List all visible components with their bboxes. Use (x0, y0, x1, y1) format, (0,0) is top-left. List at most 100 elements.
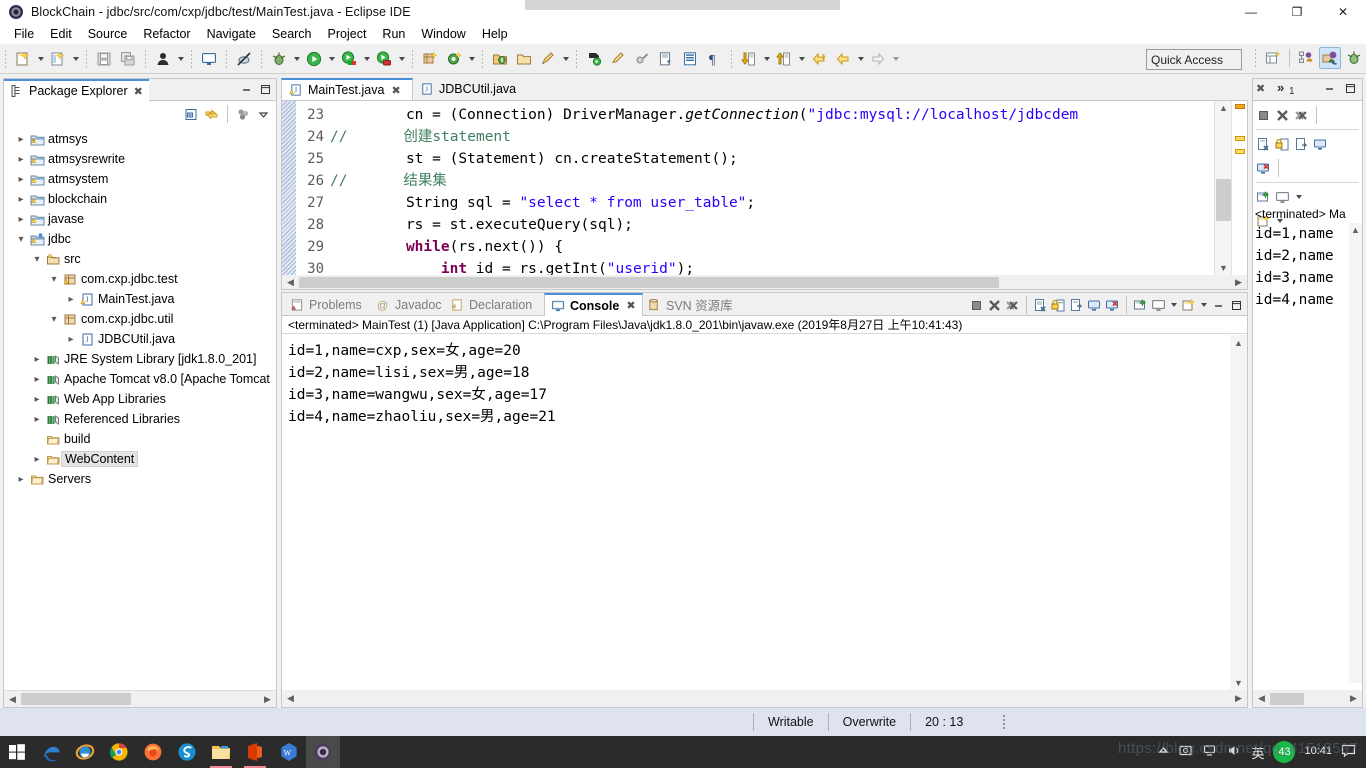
start-button-icon[interactable] (0, 736, 34, 768)
screenshot-icon[interactable] (1179, 743, 1194, 761)
tab-console[interactable]: Console ✖ (544, 293, 643, 316)
scroll-left-icon[interactable]: ◀ (282, 691, 299, 707)
tab-javadoc[interactable]: @ Javadoc (370, 293, 448, 316)
overflow-chevron-icon[interactable]: » (1277, 80, 1284, 95)
word-wrap-icon[interactable] (1293, 136, 1310, 153)
chevron-right-icon[interactable]: ▸ (14, 194, 28, 205)
chevron-down-icon[interactable] (1198, 294, 1209, 316)
next-member-dropdown[interactable] (761, 48, 772, 70)
editor-vscrollbar[interactable]: ▲ ▼ (1214, 101, 1231, 275)
chevron-right-icon[interactable]: ▸ (30, 394, 44, 405)
menu-navigate[interactable]: Navigate (199, 25, 264, 43)
show-view-button[interactable] (679, 48, 701, 70)
remove-all-terminated-icon[interactable] (1004, 297, 1021, 314)
clear-console-icon[interactable] (1032, 297, 1049, 314)
last-edit-location-button[interactable] (631, 48, 653, 70)
chevron-right-icon[interactable]: ▸ (14, 174, 28, 185)
tree-item-maintest-java[interactable]: ▸ J MainTest.java (4, 289, 276, 309)
remove-launch-icon[interactable] (986, 297, 1003, 314)
project-tree[interactable]: ▸ ! atmsys ▸ atmsysrewrite ▸ atmsystem ▸… (4, 127, 276, 689)
show-console-on-error-icon[interactable] (1104, 297, 1121, 314)
maximize-view-button[interactable] (1228, 297, 1245, 314)
maximize-button[interactable]: ❐ (1274, 0, 1320, 24)
show-console-on-output-icon[interactable] (1086, 297, 1103, 314)
open-perspective-icon[interactable] (1262, 47, 1284, 69)
tab-problems[interactable]: Problems (284, 293, 368, 316)
save-button[interactable] (93, 48, 115, 70)
run-last-tool-button[interactable] (338, 48, 360, 70)
new-wizard-dropdown[interactable] (35, 48, 46, 70)
open-folder-button[interactable] (513, 48, 535, 70)
show-console-on-output-icon[interactable] (1312, 136, 1329, 153)
menu-source[interactable]: Source (80, 25, 136, 43)
quick-access-input[interactable]: Quick Access (1146, 49, 1242, 70)
chevron-right-icon[interactable]: ▸ (64, 294, 78, 305)
close-icon[interactable]: ✖ (391, 84, 400, 97)
menu-edit[interactable]: Edit (42, 25, 80, 43)
scroll-right-icon[interactable]: ▶ (259, 691, 276, 707)
notification-icon[interactable] (1341, 743, 1356, 761)
console-output[interactable]: id=1,name=cxp,sex=女,age=20 id=2,name=lis… (282, 335, 1230, 690)
chevron-down-icon[interactable]: ▾ (30, 254, 44, 265)
file-explorer-icon[interactable] (204, 736, 238, 768)
debug-button[interactable] (268, 48, 290, 70)
secondary-console-output[interactable]: id=1,namе id=2,namе id=3,namе id=4,namе (1255, 223, 1348, 683)
pilcrow-button[interactable]: ¶ (703, 48, 725, 70)
scroll-lock-icon[interactable] (1050, 297, 1067, 314)
run-last-tool-dropdown[interactable] (361, 48, 372, 70)
clear-console-icon[interactable] (1255, 136, 1272, 153)
maximize-view-button[interactable] (1344, 82, 1357, 98)
external-tools-dropdown[interactable] (396, 48, 407, 70)
firefox-browser-icon[interactable] (136, 736, 170, 768)
scroll-up-icon[interactable]: ▲ (1230, 335, 1247, 350)
tab-jdbcutil-java[interactable]: J JDBCUtil.java (413, 78, 523, 100)
next-member-button[interactable] (738, 48, 760, 70)
link-with-editor-icon[interactable] (203, 106, 220, 123)
sogou-browser-icon[interactable] (170, 736, 204, 768)
open-type-button[interactable] (489, 48, 511, 70)
package-explorer-hscrollbar[interactable]: ◀ ▶ (4, 690, 276, 707)
minimize-button[interactable]: — (1228, 0, 1274, 24)
minimize-view-button[interactable] (238, 81, 255, 98)
menu-run[interactable]: Run (374, 25, 413, 43)
previous-member-button[interactable] (773, 48, 795, 70)
editor-hscroll-track[interactable] (299, 275, 1230, 289)
scroll-right-icon[interactable]: ▶ (1345, 691, 1362, 707)
tab-maintest-java[interactable]: J MainTest.java ✖ (281, 78, 413, 100)
word-wrap-icon[interactable] (1068, 297, 1085, 314)
secondary-console-vscrollbar[interactable]: ▲ (1349, 223, 1362, 683)
menu-window[interactable]: Window (413, 25, 473, 43)
tree-item-atmsys[interactable]: ▸ ! atmsys (4, 129, 276, 149)
previous-annotation-button[interactable] (607, 48, 629, 70)
run-dropdown[interactable] (326, 48, 337, 70)
forward-button[interactable] (867, 48, 889, 70)
scroll-left-icon[interactable]: ◀ (1253, 691, 1270, 707)
network-icon[interactable] (1203, 743, 1218, 761)
chevron-right-icon[interactable]: ▸ (14, 474, 28, 485)
open-console-button[interactable] (198, 48, 220, 70)
previous-member-dropdown[interactable] (796, 48, 807, 70)
ime-indicator[interactable]: 英 (1251, 743, 1264, 762)
chevron-down-icon[interactable]: ▾ (47, 314, 61, 325)
office-icon[interactable] (238, 736, 272, 768)
scroll-up-icon[interactable]: ▲ (1215, 101, 1232, 115)
maximize-view-button[interactable] (257, 81, 274, 98)
save-all-button[interactable] (117, 48, 139, 70)
volume-icon[interactable] (1227, 743, 1242, 761)
taskbar-clock[interactable]: 10:41 (1304, 746, 1332, 758)
scroll-left-icon[interactable]: ◀ (4, 691, 21, 707)
tree-item-webcontent[interactable]: ▸ WebContent (4, 449, 276, 469)
new-package-button[interactable] (419, 48, 441, 70)
minimize-view-button[interactable] (1210, 297, 1227, 314)
chevron-right-icon[interactable]: ▸ (14, 214, 28, 225)
back-button[interactable] (832, 48, 854, 70)
secondary-console-hscrollbar[interactable]: ◀ ▶ (1253, 690, 1362, 707)
status-drag-handle[interactable] (997, 715, 1011, 729)
chevron-right-icon[interactable]: ▸ (30, 414, 44, 425)
debug-perspective-icon[interactable] (1343, 47, 1365, 69)
overview-marker[interactable] (1235, 136, 1245, 141)
open-task-button[interactable] (655, 48, 677, 70)
terminate-icon[interactable] (968, 297, 985, 314)
chevron-right-icon[interactable]: ▸ (64, 334, 78, 345)
tree-item-javase[interactable]: ▸ javase (4, 209, 276, 229)
